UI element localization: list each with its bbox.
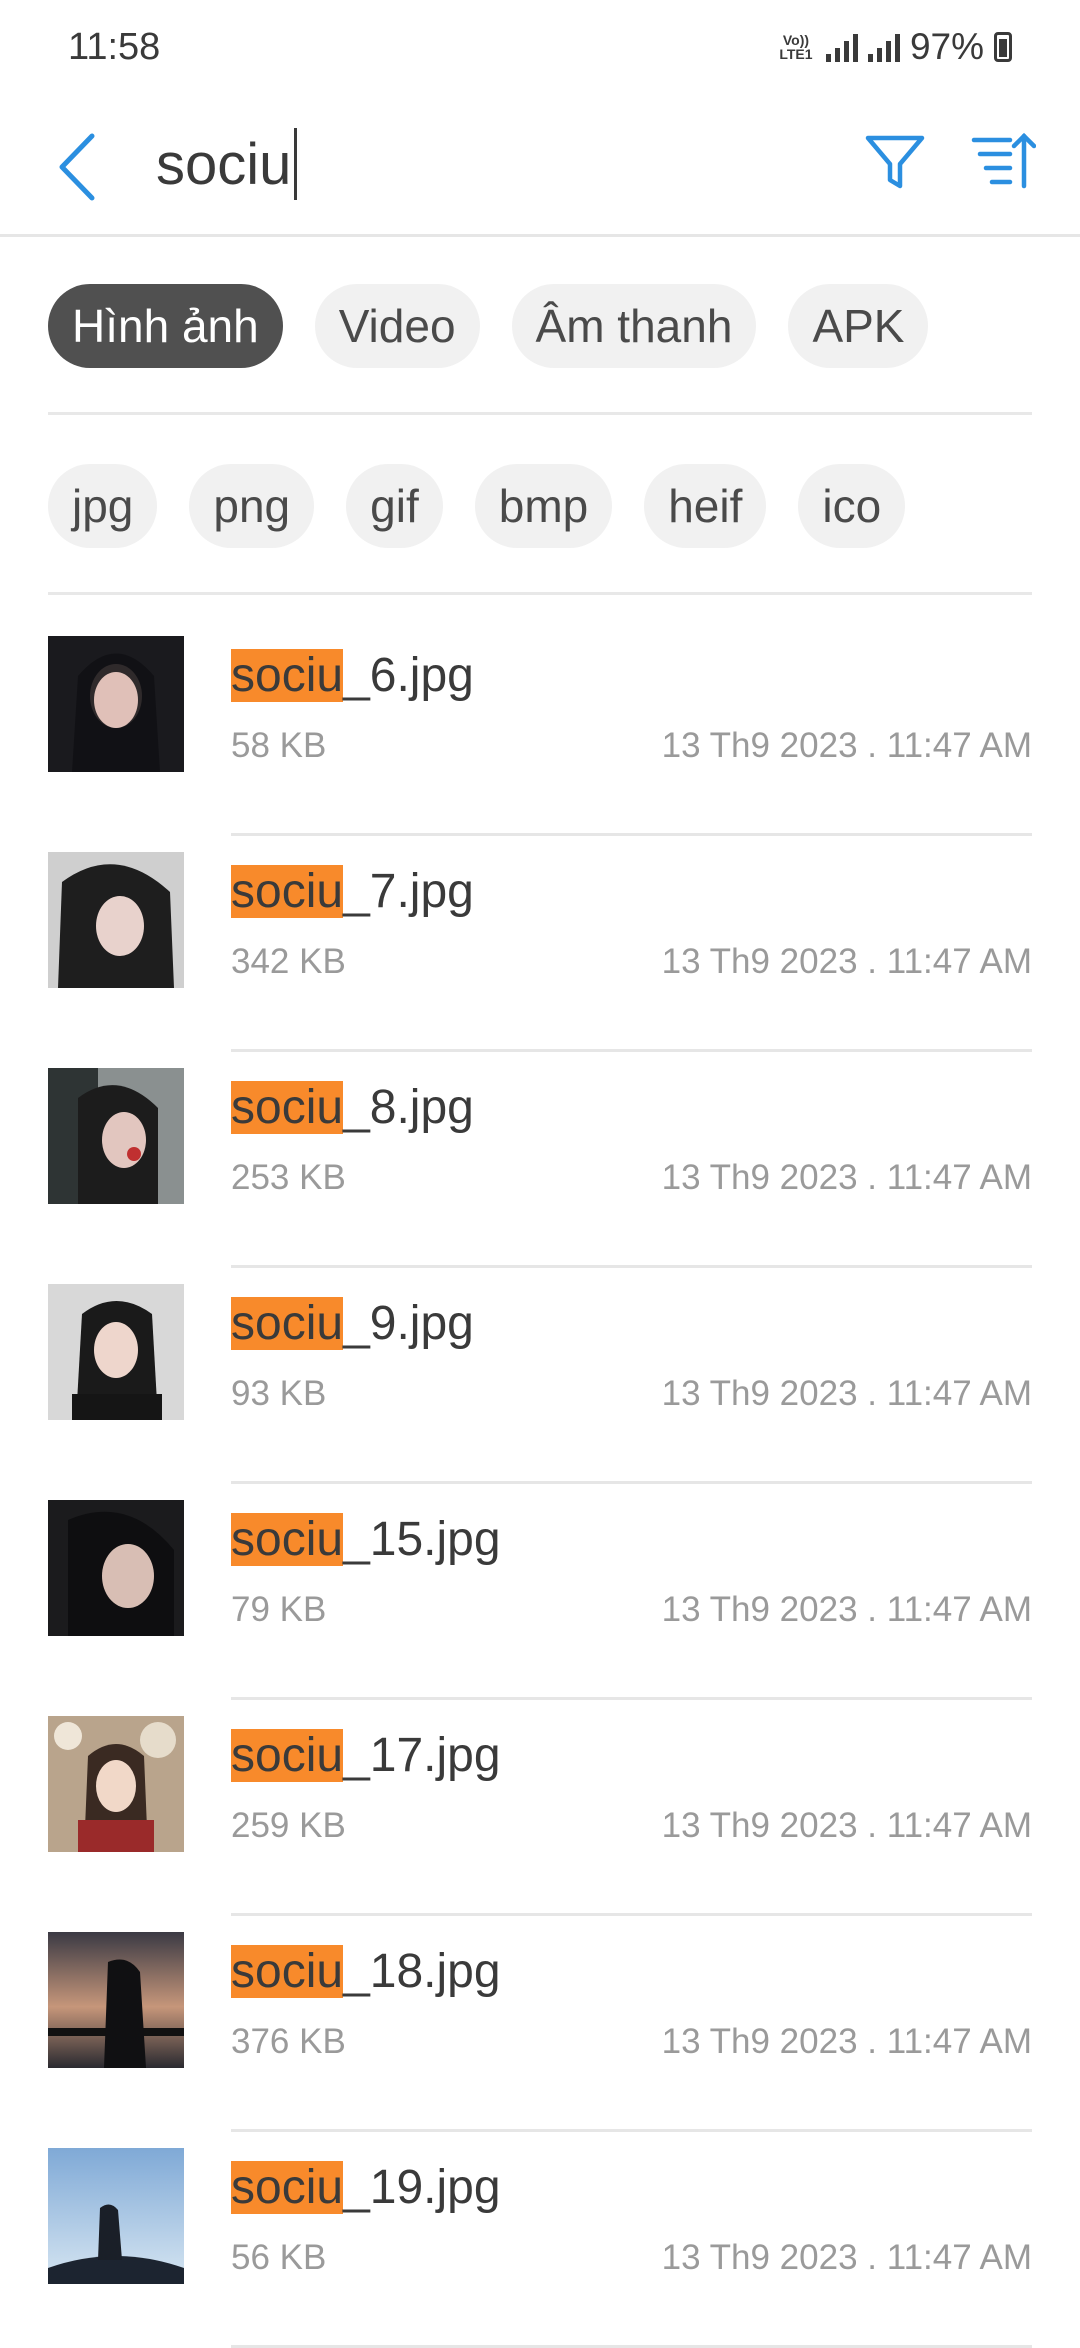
list-item[interactable]: sociu_7.jpg 342 KB 13 Th9 2023 . 11:47 A… [0,836,1080,1052]
battery-icon [994,32,1012,62]
file-name: sociu_7.jpg [231,865,474,918]
search-match: sociu [231,865,344,918]
file-name: sociu_17.jpg [231,1729,501,1782]
search-match: sociu [231,2161,344,2214]
list-item[interactable]: sociu_15.jpg 79 KB 13 Th9 2023 . 11:47 A… [0,1484,1080,1700]
filter-icon [865,135,925,189]
search-match: sociu [231,1945,344,1998]
chip-video[interactable]: Video [314,284,480,368]
search-match: sociu [231,1513,344,1566]
image-thumbnail [48,2148,184,2284]
signal-icon [825,32,858,62]
file-name: sociu_18.jpg [231,1945,501,1998]
chip-bmp[interactable]: bmp [474,464,613,548]
chip-heif[interactable]: heif [644,464,767,548]
file-size: 342 KB [231,942,346,981]
sort-button[interactable] [970,128,1037,194]
file-list: sociu_6.jpg 58 KB 13 Th9 2023 . 11:47 AM… [0,620,1080,2348]
status-time: 11:58 [68,26,161,68]
back-arrow-icon [59,133,95,201]
chip-png[interactable]: png [189,464,315,548]
file-date: 13 Th9 2023 . 11:47 AM [661,1374,1032,1413]
image-thumbnail [48,1716,184,1852]
file-size: 93 KB [231,1374,327,1413]
list-item[interactable]: sociu_19.jpg 56 KB 13 Th9 2023 . 11:47 A… [0,2132,1080,2348]
status-bar: 11:58 Vo)) LTE1 97% [0,0,1080,100]
text-cursor [294,128,298,200]
status-icons: Vo)) LTE1 97% [776,26,1012,68]
file-size: 253 KB [231,1158,346,1197]
file-date: 13 Th9 2023 . 11:47 AM [661,1806,1032,1845]
file-name: sociu_9.jpg [231,1297,474,1350]
list-item[interactable]: sociu_6.jpg 58 KB 13 Th9 2023 . 11:47 AM [0,620,1080,836]
category-chip-row: Hình ảnh Video Âm thanh APK [48,284,929,368]
chip-apk[interactable]: APK [788,284,929,368]
file-date: 13 Th9 2023 . 11:47 AM [661,2022,1032,2061]
search-match: sociu [231,1297,344,1350]
file-date: 13 Th9 2023 . 11:47 AM [661,942,1032,981]
signal-icon-2 [867,32,900,62]
search-toolbar: sociu [0,100,1080,237]
list-item[interactable]: sociu_18.jpg 376 KB 13 Th9 2023 . 11:47 … [0,1916,1080,2132]
image-thumbnail [48,1284,184,1420]
file-name: sociu_8.jpg [231,1081,474,1134]
file-size: 79 KB [231,1590,327,1629]
image-thumbnail [48,1500,184,1636]
file-date: 13 Th9 2023 . 11:47 AM [661,726,1032,765]
file-size: 376 KB [231,2022,346,2061]
chip-gif[interactable]: gif [346,464,443,548]
extension-chip-row: jpg png gif bmp heif ico [48,464,906,548]
file-name: sociu_19.jpg [231,2161,501,2214]
file-size: 259 KB [231,1806,346,1845]
sort-icon [971,132,1037,189]
divider [48,412,1032,415]
file-size: 56 KB [231,2238,327,2277]
file-size: 58 KB [231,726,327,765]
search-match: sociu [231,1081,344,1134]
search-query-text: sociu [156,131,292,197]
list-item[interactable]: sociu_8.jpg 253 KB 13 Th9 2023 . 11:47 A… [0,1052,1080,1268]
file-name: sociu_15.jpg [231,1513,501,1566]
volte-icon: Vo)) LTE1 [779,32,813,62]
chip-jpg[interactable]: jpg [48,464,158,548]
divider [48,592,1032,595]
image-thumbnail [48,1068,184,1204]
search-input[interactable]: sociu [156,128,298,200]
chip-audio[interactable]: Âm thanh [511,284,757,368]
chip-images[interactable]: Hình ảnh [48,284,283,368]
filter-button[interactable] [862,128,928,194]
image-thumbnail [48,852,184,988]
battery-percent: 97% [909,26,984,67]
image-thumbnail [48,1932,184,2068]
file-date: 13 Th9 2023 . 11:47 AM [661,1158,1032,1197]
search-match: sociu [231,649,344,702]
back-button[interactable] [48,122,108,212]
image-thumbnail [48,636,184,772]
file-name: sociu_6.jpg [231,649,474,702]
list-item[interactable]: sociu_9.jpg 93 KB 13 Th9 2023 . 11:47 AM [0,1268,1080,1484]
search-match: sociu [231,1729,344,1782]
list-item[interactable]: sociu_17.jpg 259 KB 13 Th9 2023 . 11:47 … [0,1700,1080,1916]
file-date: 13 Th9 2023 . 11:47 AM [661,1590,1032,1629]
file-date: 13 Th9 2023 . 11:47 AM [661,2238,1032,2277]
chip-ico[interactable]: ico [798,464,906,548]
